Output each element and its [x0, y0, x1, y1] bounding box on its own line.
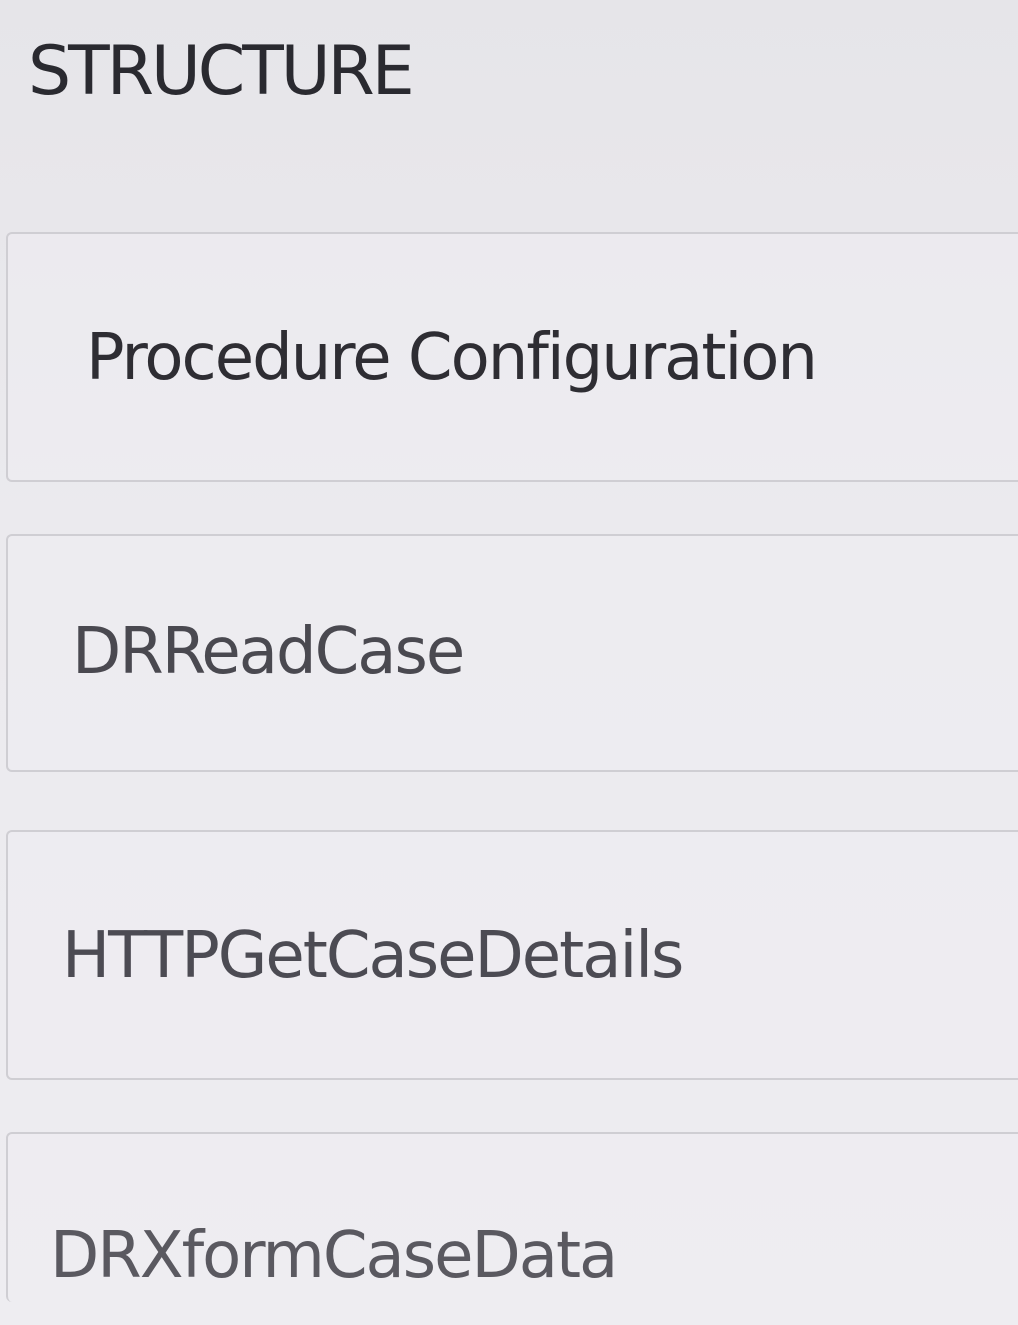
list-gap	[6, 482, 1018, 534]
structure-heading: STRUCTURE	[28, 32, 415, 111]
structure-item-drreadcase[interactable]: DRReadCase	[6, 534, 1018, 772]
structure-item-httpgetcasedetails[interactable]: HTTPGetCaseDetails	[6, 830, 1018, 1080]
structure-item-drxformcasedata[interactable]: DRXformCaseData	[6, 1132, 1018, 1302]
list-gap	[6, 772, 1018, 830]
list-gap	[6, 1080, 1018, 1132]
structure-item-procedure-configuration[interactable]: Procedure Configuration	[6, 232, 1018, 482]
structure-item-label: HTTPGetCaseDetails	[62, 919, 684, 993]
structure-item-label: DRXformCaseData	[50, 1219, 618, 1293]
structure-item-label: DRReadCase	[72, 615, 465, 689]
structure-list: Procedure Configuration DRReadCase HTTPG…	[6, 232, 1018, 1302]
structure-panel: STRUCTURE Procedure Configuration DRRead…	[0, 0, 1018, 1325]
structure-item-label: Procedure Configuration	[86, 321, 818, 395]
